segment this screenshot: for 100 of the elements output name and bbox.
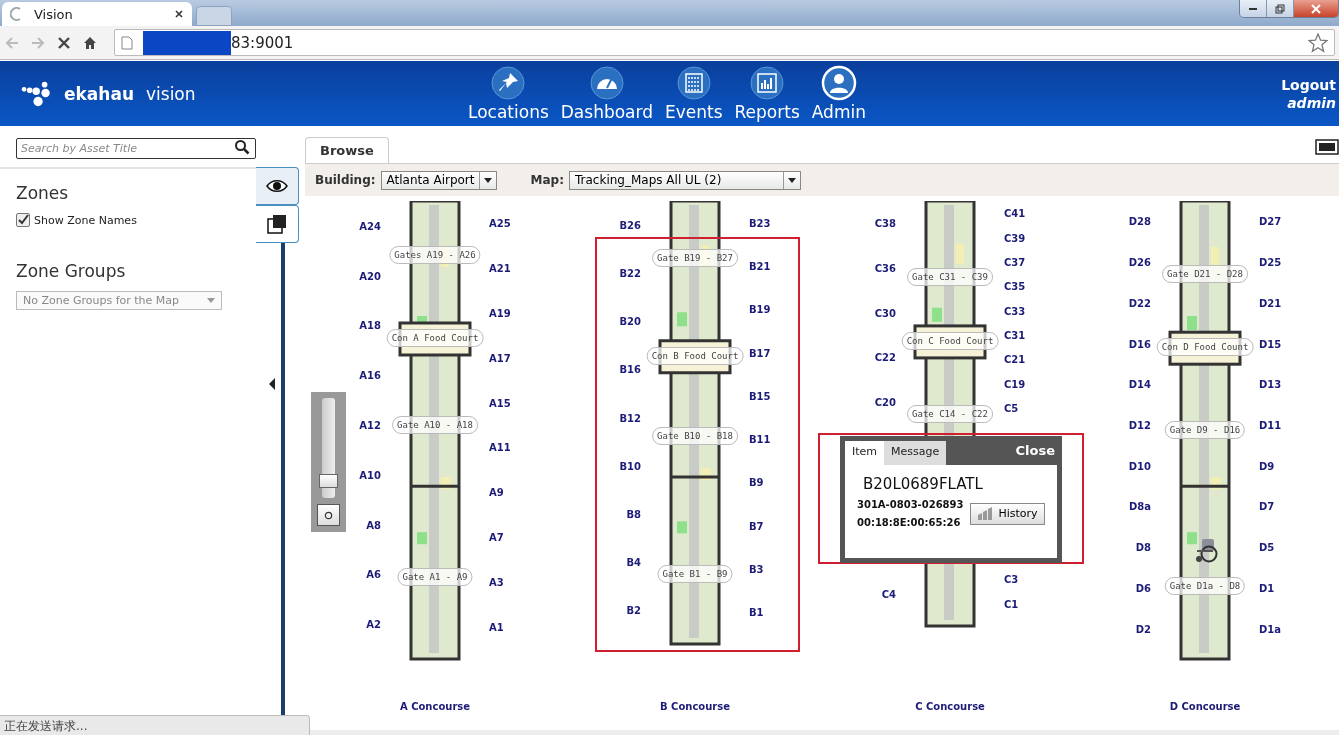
gate-label: C5: [1004, 403, 1020, 415]
gate-label: D9: [1259, 460, 1276, 472]
zone-label: Gate B1 - B9: [657, 564, 733, 583]
gate-label: A10: [358, 469, 381, 481]
zone-label: Gates A19 - A26: [389, 246, 481, 265]
zone-label: Con A Food Court: [386, 329, 484, 347]
gate-label: A21: [489, 263, 512, 275]
search-field[interactable]: Search by Asset Title: [16, 138, 256, 159]
zone-label: Con D Food Count: [1156, 338, 1254, 357]
bar-chart-icon: [749, 65, 786, 101]
reset-zoom-button[interactable]: [317, 504, 340, 526]
gate-label: D6: [1134, 582, 1151, 594]
gate-label: B7: [749, 520, 765, 532]
restore-button[interactable]: [1267, 0, 1294, 17]
status-bar: 正在发送请求...: [0, 715, 310, 735]
gate-label: A3: [489, 576, 505, 588]
gate-label: A17: [489, 352, 512, 364]
gate-label: C1: [1004, 598, 1020, 610]
history-button[interactable]: History: [969, 502, 1045, 525]
zone-label: Gate D21 - D28: [1162, 264, 1248, 283]
gate-label: B19: [749, 304, 772, 316]
concourse-title: D Concourse: [1169, 701, 1241, 712]
person-icon: [820, 65, 857, 101]
building-dropdown[interactable]: Atlanta Airport: [380, 170, 497, 190]
minimize-button[interactable]: [1240, 0, 1267, 17]
gate-label: D12: [1127, 420, 1151, 431]
gate-label: B21: [749, 260, 772, 272]
search-icon[interactable]: [234, 139, 250, 155]
gate-label: D13: [1259, 379, 1283, 391]
pin-icon: [490, 65, 527, 101]
zone-label: Gate A1 - A9: [397, 568, 473, 587]
close-button[interactable]: Close: [1013, 441, 1057, 465]
nav-item[interactable]: Reports: [734, 65, 800, 122]
gate-label: C20: [873, 397, 896, 408]
caret-icon: [483, 177, 492, 183]
gate-label: B8: [625, 508, 641, 520]
gauge-icon: [588, 65, 625, 101]
gate-label: A1: [489, 621, 505, 633]
gate-label: B9: [749, 477, 765, 489]
zone-label: Gate D9 - D16: [1164, 421, 1246, 439]
gate-label: D15: [1259, 338, 1283, 350]
side-tab[interactable]: [256, 167, 299, 205]
side-tab[interactable]: [256, 205, 299, 243]
zone-label: Gate C31 - C39: [907, 267, 993, 286]
checkbox[interactable]: [16, 213, 30, 227]
browse-tab[interactable]: Browse: [305, 137, 389, 163]
caret-icon: [788, 177, 796, 183]
collapse-arrow-icon[interactable]: [268, 378, 276, 390]
close-window-button[interactable]: [1294, 0, 1338, 17]
concourse-title: B Concourse: [660, 701, 730, 712]
user-name: admin: [1287, 94, 1336, 111]
nav-item[interactable]: Dashboard: [560, 65, 653, 122]
gate-label: D8: [1134, 542, 1151, 554]
zone-label: Con B Food Court: [646, 346, 744, 365]
gate-label: C37: [1004, 256, 1027, 268]
gate-label: B1: [749, 607, 765, 619]
field-label: Building:: [315, 173, 376, 187]
eye-icon: [266, 179, 288, 193]
bar-chart-icon: [976, 506, 993, 521]
zoom-slider[interactable]: [322, 398, 335, 498]
star-icon[interactable]: [1308, 32, 1328, 53]
popup-tab[interactable]: Item: [845, 441, 885, 465]
gate-label: A12: [358, 420, 381, 431]
gate-label: C22: [873, 352, 896, 364]
address-bar[interactable]: 83:9001: [114, 29, 1335, 56]
zone-label: Gate B10 - B18: [652, 426, 738, 445]
url-text: 83:9001: [231, 33, 294, 52]
close-icon[interactable]: [174, 9, 184, 19]
section-heading: Zone Groups: [16, 261, 127, 281]
gate-label: B17: [749, 347, 772, 359]
product-name: vision: [146, 83, 196, 104]
minimize-icon: [1249, 7, 1257, 10]
slider-thumb[interactable]: [319, 474, 338, 488]
home-icon[interactable]: [82, 34, 98, 51]
nav-item[interactable]: Events: [665, 65, 723, 122]
gate-label: B20: [618, 316, 641, 328]
nav-item[interactable]: Locations: [468, 65, 549, 122]
gate-label: C35: [1004, 281, 1027, 293]
gate-label: A8: [365, 519, 381, 531]
concourse-title: A Concourse: [399, 701, 471, 712]
gate-label: A16: [358, 370, 381, 382]
gate-label: C19: [1004, 378, 1027, 390]
zone-group-dropdown[interactable]: No Zone Groups for the Map: [16, 291, 222, 310]
gate-label: A19: [489, 308, 512, 319]
stop-icon[interactable]: [56, 34, 72, 51]
gate-label: B22: [618, 268, 641, 280]
fullscreen-icon[interactable]: [1315, 139, 1339, 155]
nav-item[interactable]: Admin: [811, 65, 866, 122]
gate-label: D14: [1127, 379, 1151, 391]
map-dropdown[interactable]: Tracking_Maps All UL (2): [569, 170, 801, 190]
popup-tab[interactable]: Message: [884, 441, 947, 465]
browser-tab[interactable]: Vision: [2, 2, 192, 26]
gate-label: D10: [1127, 460, 1151, 472]
gate-label: B12: [618, 412, 641, 424]
zone-label: Con C Food Court: [901, 331, 999, 350]
gate-label: C4: [880, 588, 896, 600]
gate-label: D5: [1259, 542, 1276, 554]
page-icon: [121, 35, 133, 50]
logout-link[interactable]: Logout: [1281, 76, 1336, 93]
gate-label: D22: [1127, 297, 1151, 309]
